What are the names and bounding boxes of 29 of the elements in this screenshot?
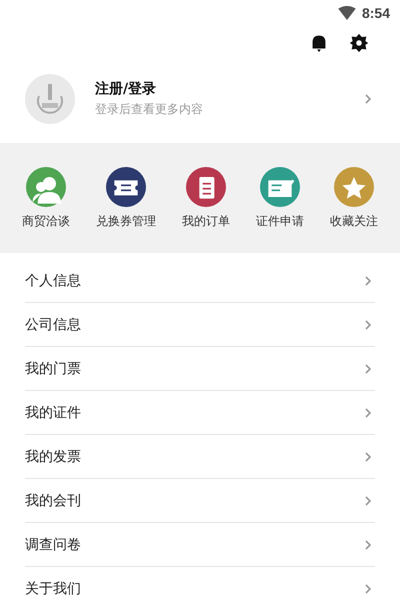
chevron-icon [364, 318, 372, 330]
chevron-icon [364, 538, 372, 550]
chevron-icon [364, 93, 372, 105]
clock: 8:54 [362, 4, 390, 20]
chevron-icon [364, 274, 372, 286]
menu-item[interactable]: 我的发票 [25, 448, 81, 466]
shortcut-button[interactable]: 收藏关注 [330, 166, 378, 230]
menu-item[interactable]: 我的证件 [25, 404, 81, 422]
wifi-icon [338, 6, 356, 20]
chevron-icon [364, 450, 372, 462]
menu-item[interactable]: 个人信息 [25, 272, 81, 290]
menu-item[interactable]: 我的门票 [25, 360, 81, 378]
menu-item[interactable]: 我的会刊 [25, 492, 81, 510]
login-title: 注册/登录 [95, 80, 158, 98]
logo-icon [25, 74, 75, 124]
login-row[interactable]: 注册/登录 登录后查看更多内容 [0, 61, 400, 137]
login-hint: 登录后查看更多内容 [95, 101, 204, 118]
settings-icon[interactable] [348, 32, 370, 54]
menu-item[interactable]: 公司信息 [25, 316, 81, 334]
shortcut-button[interactable]: 商贸洽谈 [22, 166, 70, 230]
shortcut-button[interactable]: 兑换券管理 [96, 166, 156, 230]
menu-item[interactable]: 关于我们 [25, 580, 81, 598]
shortcut-button[interactable]: 证件申请 [256, 166, 304, 230]
chevron-icon [364, 362, 372, 374]
chevron-icon [364, 494, 372, 506]
chevron-icon [364, 406, 372, 418]
shortcut-button[interactable]: 我的订单 [182, 166, 230, 230]
menu-item[interactable]: 调查问卷 [25, 536, 81, 554]
chevron-icon [364, 582, 372, 594]
